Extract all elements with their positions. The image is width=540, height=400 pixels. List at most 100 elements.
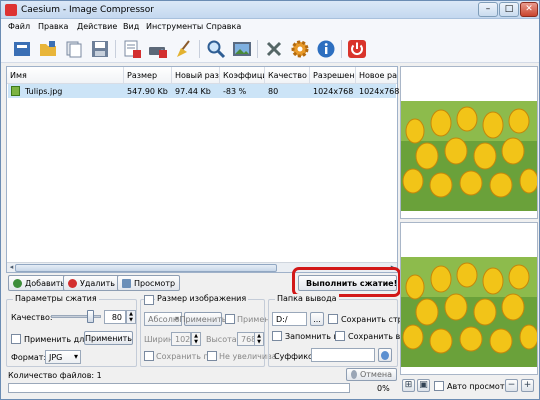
column-header-quality[interactable]: Качество xyxy=(265,67,310,84)
preview-compressed[interactable] xyxy=(400,222,538,375)
height-label: Высота xyxy=(206,335,237,344)
tulips-image xyxy=(401,257,537,367)
suffix-input[interactable] xyxy=(311,348,375,362)
settings-gear-icon[interactable] xyxy=(289,38,311,60)
app-icon xyxy=(5,4,17,16)
file-list-table[interactable]: Имя Размер Новый раз Коэффици Качество Р… xyxy=(6,66,400,273)
cancel-button[interactable]: Отмена xyxy=(346,368,397,381)
toolbar-separator xyxy=(115,40,116,58)
save-in-checkbox[interactable] xyxy=(335,331,345,341)
zoom-in-icon[interactable]: + xyxy=(521,379,534,392)
width-input[interactable]: 102 xyxy=(171,332,191,346)
browse-button[interactable]: ... xyxy=(310,312,324,326)
image-file-icon xyxy=(11,86,20,96)
compression-group-title: Параметры сжатия xyxy=(13,294,99,303)
close-button[interactable]: ✕ xyxy=(520,2,538,17)
quality-slider-thumb[interactable] xyxy=(87,310,94,323)
app-window: Caesium - Image Compressor – □ ✕ Файл Пр… xyxy=(0,0,540,400)
preview-original[interactable] xyxy=(400,66,538,219)
auto-preview-label: Авто просмотр xyxy=(447,382,510,391)
fit-view-icon[interactable]: ⊞ xyxy=(402,379,415,392)
scrollbar-thumb[interactable] xyxy=(15,264,277,272)
quality-input[interactable]: 80 xyxy=(104,310,126,324)
progress-percent: 0% xyxy=(377,384,390,393)
clear-broom-icon[interactable] xyxy=(173,38,195,60)
toolbar xyxy=(1,35,539,63)
output-path-input[interactable]: D:/ xyxy=(272,312,307,326)
delete-drive-icon[interactable] xyxy=(147,38,169,60)
menu-file[interactable]: Файл xyxy=(8,22,30,31)
menu-help[interactable]: Справка xyxy=(206,22,241,31)
resize-apply-checkbox[interactable] xyxy=(225,314,235,324)
menu-view[interactable]: Вид xyxy=(123,22,139,31)
column-header-size[interactable]: Размер xyxy=(124,67,172,84)
save-in-label: Сохранить в і xyxy=(348,332,406,341)
keep-ratio-checkbox[interactable] xyxy=(144,351,154,361)
column-header-new-resolution[interactable]: Новое раз xyxy=(356,67,397,84)
cell-ratio: -83 % xyxy=(223,87,247,96)
table-row[interactable]: Tulips.jpg 547.90 Kb 97.44 Kb -83 % 80 1… xyxy=(8,84,400,98)
resize-mode-dropdown[interactable]: Абсолю xyxy=(144,312,182,326)
cell-new-size: 97.44 Kb xyxy=(175,87,211,96)
compression-apply-button[interactable]: Применить xyxy=(84,331,133,345)
exit-power-icon[interactable] xyxy=(346,38,368,60)
toolbar-separator xyxy=(199,40,200,58)
plus-icon xyxy=(13,278,22,288)
add-folder-icon[interactable] xyxy=(37,38,59,60)
progress-bar xyxy=(8,383,350,393)
menu-tools[interactable]: Инструменты xyxy=(146,22,203,31)
tulips-image xyxy=(401,101,537,211)
auto-preview-checkbox[interactable] xyxy=(434,381,444,391)
column-header-new-size[interactable]: Новый раз xyxy=(172,67,220,84)
column-header-ratio[interactable]: Коэффици xyxy=(220,67,265,84)
quality-stepper[interactable]: ▲ ▼ xyxy=(126,310,136,324)
open-file-icon[interactable] xyxy=(11,38,33,60)
actual-size-icon[interactable]: ▣ xyxy=(417,379,430,392)
keep-structure-checkbox[interactable] xyxy=(328,314,338,324)
menu-edit[interactable]: Правка xyxy=(38,22,68,31)
minimize-button[interactable]: – xyxy=(478,2,498,17)
cancel-icon xyxy=(351,370,357,379)
add-button-label: Добавить xyxy=(25,278,66,288)
add-button[interactable]: Добавить xyxy=(8,275,71,291)
resize-apply-button[interactable]: Применить xyxy=(179,312,227,326)
column-header-name[interactable]: Имя xyxy=(7,67,124,84)
image-size-checkbox[interactable] xyxy=(144,295,154,305)
preview-button[interactable]: Просмотр xyxy=(117,275,181,291)
zoom-out-icon[interactable]: − xyxy=(505,379,518,392)
menu-action[interactable]: Действие xyxy=(77,22,117,31)
apply-to-label: Применить для: xyxy=(24,335,92,344)
format-dropdown[interactable]: JPG xyxy=(45,350,81,364)
output-group-title: Папка вывода xyxy=(275,294,339,303)
remove-file-icon[interactable] xyxy=(121,38,143,60)
copy-icon[interactable] xyxy=(63,38,85,60)
cell-new-resolution: 1024x768 xyxy=(359,87,400,96)
remember-path-checkbox[interactable] xyxy=(272,331,282,341)
height-input[interactable]: 768 xyxy=(237,332,255,346)
column-header-resolution[interactable]: Разрешени xyxy=(310,67,356,84)
search-icon[interactable] xyxy=(205,38,227,60)
height-stepper[interactable]: ▲ ▼ xyxy=(254,332,264,346)
width-stepper[interactable]: ▲ ▼ xyxy=(191,332,201,346)
no-enlarge-checkbox[interactable] xyxy=(207,351,217,361)
keep-structure-label: Сохранить стр xyxy=(341,315,403,324)
maximize-button[interactable]: □ xyxy=(499,2,519,17)
apply-to-checkbox[interactable] xyxy=(11,334,21,344)
cell-name: Tulips.jpg xyxy=(25,87,63,96)
image-preview-icon[interactable] xyxy=(231,38,253,60)
cancel-button-label: Отмена xyxy=(359,370,392,379)
refresh-button[interactable] xyxy=(378,348,392,362)
preview-button-label: Просмотр xyxy=(134,278,176,288)
format-label: Формат: xyxy=(11,353,47,362)
resize-apply-label: Примен xyxy=(237,315,270,324)
tools-icon[interactable] xyxy=(263,38,285,60)
cell-quality: 80 xyxy=(268,87,279,96)
remove-button[interactable]: Удалить xyxy=(63,275,120,291)
suffix-label: Суффикс: xyxy=(274,352,316,361)
status-bar: Количество файлов: 1 Отмена xyxy=(1,368,401,381)
file-count: Количество файлов: 1 xyxy=(8,371,102,380)
keep-ratio-label: Сохранить пр xyxy=(156,352,214,361)
info-icon[interactable] xyxy=(315,38,337,60)
save-icon[interactable] xyxy=(89,38,111,60)
preview-icon xyxy=(122,278,131,288)
